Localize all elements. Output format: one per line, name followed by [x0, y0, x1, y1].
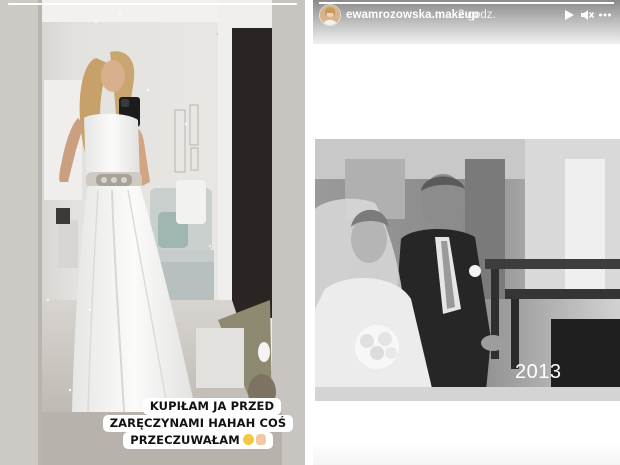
mute-icon[interactable]: [580, 8, 594, 22]
story-progress-bar: [319, 2, 614, 4]
story-progress-bar: [8, 3, 297, 5]
wedding-photo-image: [315, 139, 620, 401]
mirror-selfie-photo: [0, 0, 305, 465]
photo-year-label: 2013: [515, 361, 562, 383]
story-caption: KUPIŁAM JA PRZED ZARĘCZYNAMI HAHAH COŚ P…: [102, 398, 294, 449]
avatar-image: [320, 5, 340, 25]
story-header: [313, 0, 620, 44]
avatar[interactable]: [320, 5, 340, 25]
caption-line-3-text: PRZECZUWAŁAM: [130, 433, 240, 447]
wedding-photo: 2013: [315, 139, 620, 401]
play-icon[interactable]: [562, 8, 576, 22]
more-icon[interactable]: [598, 8, 612, 22]
timestamp: 2 godz.: [458, 9, 496, 21]
story-left[interactable]: KUPIŁAM JA PRZED ZARĘCZYNAMI HAHAH COŚ P…: [0, 0, 305, 465]
caption-line-1: KUPIŁAM JA PRZED: [142, 398, 282, 415]
caption-line-3: PRZECZUWAŁAM: [123, 432, 273, 449]
thumbs-up-emoji: [255, 434, 266, 445]
caption-line-2: ZARĘCZYNAMI HAHAH COŚ: [102, 415, 294, 432]
story-right[interactable]: ewamrozowska.makeup 2 godz. 2013: [313, 0, 620, 465]
story-footer: [313, 442, 620, 465]
grinning-sweat-emoji: [242, 434, 254, 445]
